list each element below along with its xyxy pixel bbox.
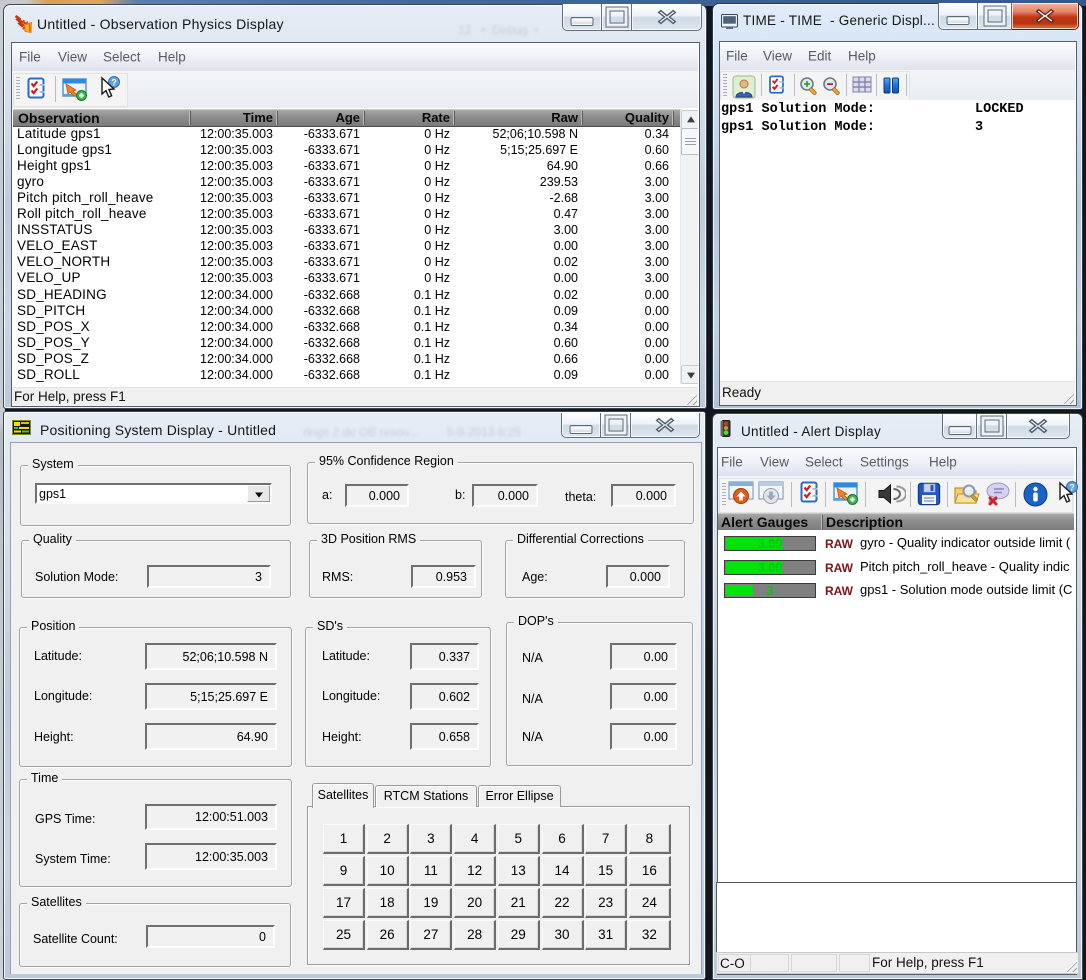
svg-text:?: ?	[111, 77, 117, 87]
svg-text:?: ?	[1069, 482, 1075, 492]
